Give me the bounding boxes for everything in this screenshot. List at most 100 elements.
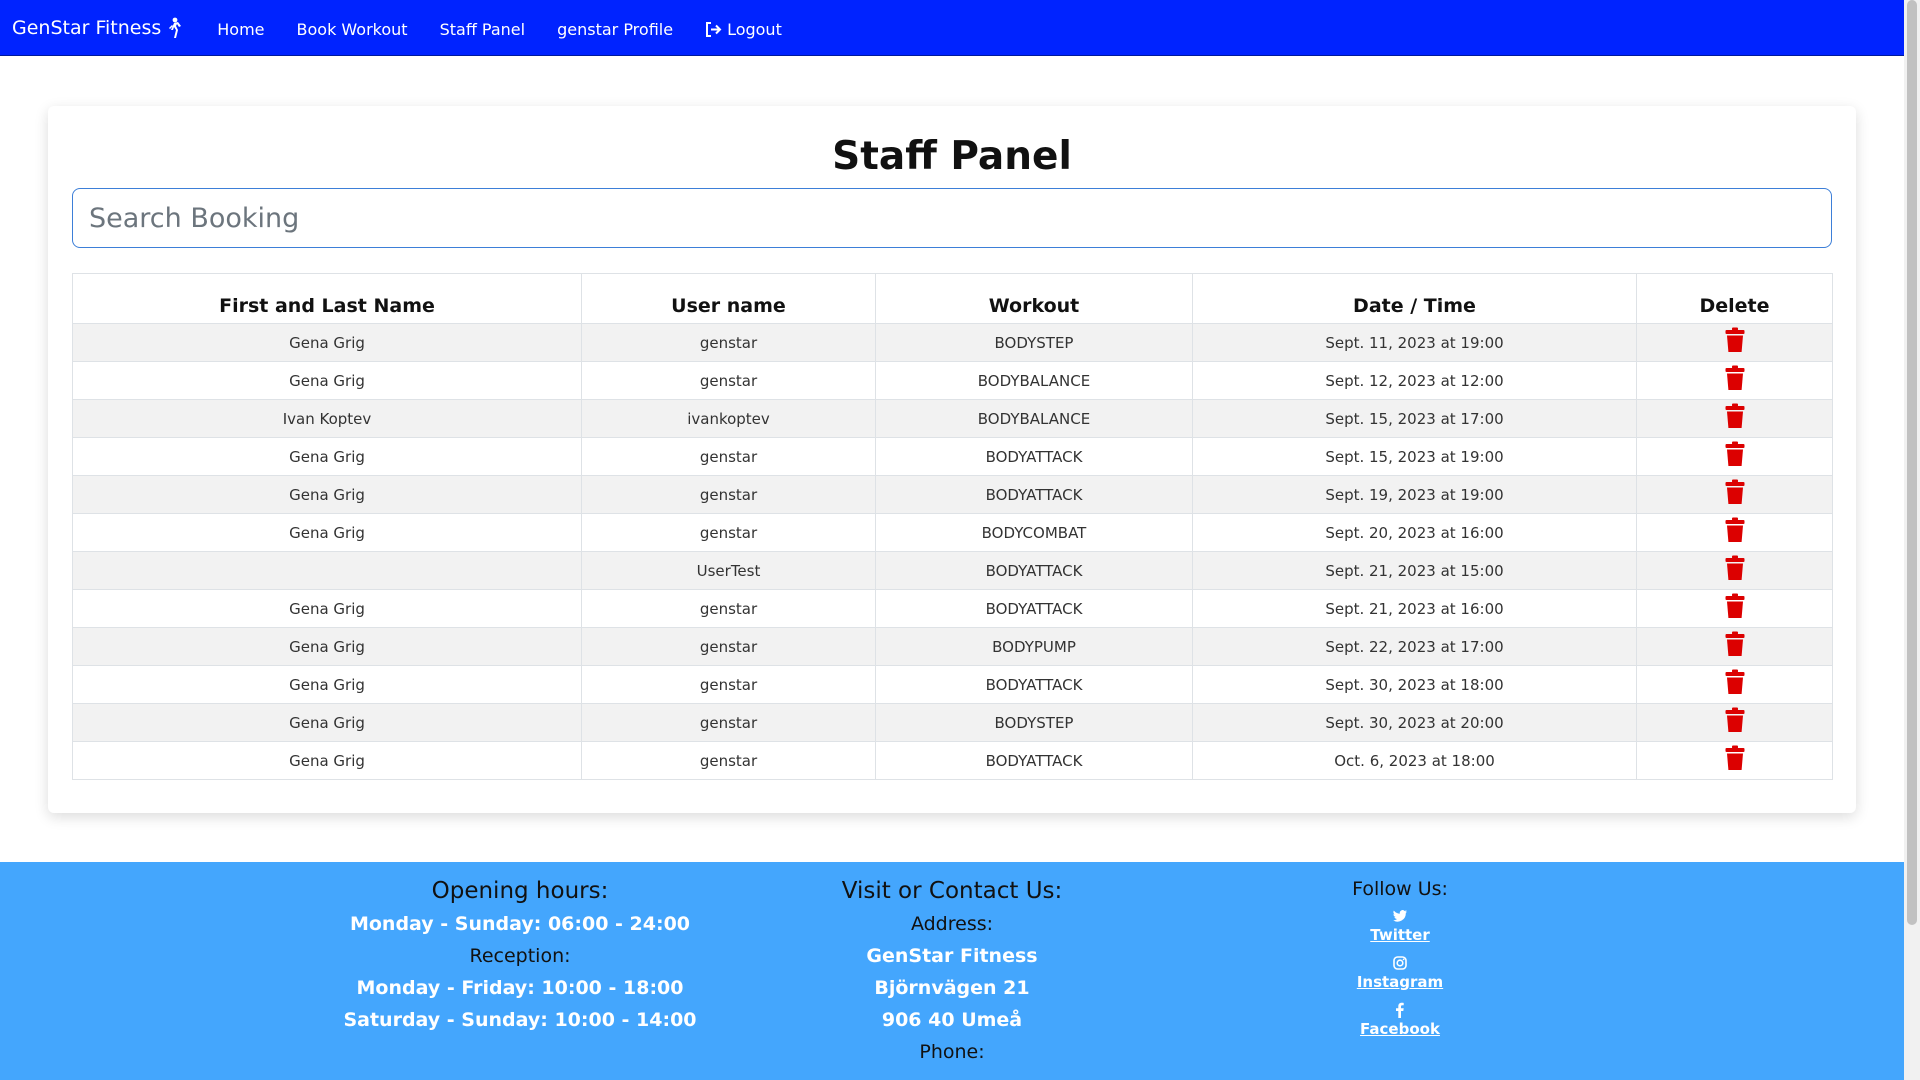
cell-name: Gena Grig bbox=[72, 589, 582, 628]
cell-delete bbox=[1636, 627, 1833, 666]
header-delete: Delete bbox=[1636, 273, 1833, 324]
reception-weekend: Saturday - Sunday: 10:00 - 14:00 bbox=[343, 1009, 697, 1031]
footer: Opening hours: Monday - Sunday: 06:00 - … bbox=[0, 862, 1904, 1080]
cell-name: Gena Grig bbox=[72, 627, 582, 666]
cell-username: ivankoptev bbox=[581, 399, 876, 438]
cell-delete bbox=[1636, 437, 1833, 476]
cell-name: Gena Grig bbox=[72, 437, 582, 476]
reception-weekday: Monday - Friday: 10:00 - 18:00 bbox=[356, 977, 684, 999]
cell-workout: BODYATTACK bbox=[875, 589, 1193, 628]
cell-workout: BODYSTEP bbox=[875, 703, 1193, 742]
table-row: Gena Grig genstar BODYATTACK Sept. 15, 2023… bbox=[72, 437, 1833, 476]
address-name: GenStar Fitness bbox=[866, 945, 1038, 967]
trash-icon[interactable] bbox=[1725, 631, 1745, 657]
cell-username: genstar bbox=[581, 513, 876, 552]
table-row: Gena Grig genstar BODYPUMP Sept. 22, 2023 a… bbox=[72, 627, 1833, 666]
cell-name: Gena Grig bbox=[72, 323, 582, 362]
table-row: Gena Grig genstar BODYATTACK Sept. 30, 2023… bbox=[72, 665, 1833, 704]
cell-username: genstar bbox=[581, 589, 876, 628]
logout-icon bbox=[706, 22, 722, 37]
cell-username: genstar bbox=[581, 665, 876, 704]
trash-icon[interactable] bbox=[1725, 555, 1745, 581]
cell-username: UserTest bbox=[581, 551, 876, 590]
cell-datetime: Sept. 21, 2023 at 16:00 bbox=[1192, 589, 1637, 628]
address-label: Address: bbox=[910, 913, 994, 935]
nav-logout[interactable]: Logout bbox=[705, 20, 782, 39]
cell-datetime: Sept. 15, 2023 at 17:00 bbox=[1192, 399, 1637, 438]
cell-name: Gena Grig bbox=[72, 741, 582, 780]
brand-name: GenStar Fitness bbox=[12, 16, 162, 39]
twitter-link[interactable]: Twitter bbox=[1370, 926, 1430, 944]
reception-label: Reception: bbox=[469, 945, 571, 967]
nav-links: Home Book Workout Staff Panel genstar Pr… bbox=[201, 20, 798, 39]
cell-workout: BODYSTEP bbox=[875, 323, 1193, 362]
cell-name: Gena Grig bbox=[72, 665, 582, 704]
trash-icon[interactable] bbox=[1725, 593, 1745, 619]
cell-datetime: Sept. 30, 2023 at 18:00 bbox=[1192, 665, 1637, 704]
trash-icon[interactable] bbox=[1725, 517, 1745, 543]
nav-home[interactable]: Home bbox=[217, 20, 264, 39]
nav-book-workout[interactable]: Book Workout bbox=[297, 20, 408, 39]
phone-label: Phone: bbox=[919, 1041, 985, 1063]
address-street: Björnvägen 21 bbox=[874, 977, 1030, 999]
cell-delete bbox=[1636, 665, 1833, 704]
cell-workout: BODYATTACK bbox=[875, 741, 1193, 780]
cell-workout: BODYPUMP bbox=[875, 627, 1193, 666]
cell-username: genstar bbox=[581, 703, 876, 742]
nav-staff-panel[interactable]: Staff Panel bbox=[440, 20, 526, 39]
trash-icon[interactable] bbox=[1725, 669, 1745, 695]
cell-name: Ivan Koptev bbox=[72, 399, 582, 438]
table-row: Gena Grig genstar BODYATTACK Sept. 21, 2023… bbox=[72, 589, 1833, 628]
cell-datetime: Sept. 12, 2023 at 12:00 bbox=[1192, 361, 1637, 400]
social-instagram: Instagram bbox=[1250, 955, 1550, 991]
cell-workout: BODYATTACK bbox=[875, 437, 1193, 476]
social-links: Follow Us: Twitter Instagram Facebook bbox=[1250, 878, 1550, 1049]
table-row: Gena Grig genstar BODYATTACK Sept. 19, 2023… bbox=[72, 475, 1833, 514]
trash-icon[interactable] bbox=[1725, 327, 1745, 353]
cell-delete bbox=[1636, 513, 1833, 552]
opening-hours-all-week: Monday - Sunday: 06:00 - 24:00 bbox=[349, 913, 691, 935]
cell-datetime: Sept. 15, 2023 at 19:00 bbox=[1192, 437, 1637, 476]
cell-workout: BODYBALANCE bbox=[875, 361, 1193, 400]
cell-username: genstar bbox=[581, 437, 876, 476]
cell-username: genstar bbox=[581, 323, 876, 362]
cell-username: genstar bbox=[581, 475, 876, 514]
cell-workout: BODYCOMBAT bbox=[875, 513, 1193, 552]
facebook-link[interactable]: Facebook bbox=[1360, 1020, 1440, 1038]
cell-name bbox=[72, 551, 582, 590]
cell-name: Gena Grig bbox=[72, 475, 582, 514]
nav-profile[interactable]: genstar Profile bbox=[557, 20, 673, 39]
table-row: Gena Grig genstar BODYSTEP Sept. 11, 2023 a… bbox=[72, 323, 1833, 362]
header-username: User name bbox=[581, 273, 876, 324]
running-person-icon bbox=[169, 17, 182, 38]
cell-delete bbox=[1636, 551, 1833, 590]
search-input[interactable] bbox=[72, 188, 1832, 248]
cell-datetime: Sept. 20, 2023 at 16:00 bbox=[1192, 513, 1637, 552]
trash-icon[interactable] bbox=[1725, 707, 1745, 733]
cell-workout: BODYATTACK bbox=[875, 551, 1193, 590]
twitter-icon bbox=[1393, 910, 1407, 922]
table-row: UserTest BODYATTACK Sept. 21, 2023 at 15:0… bbox=[72, 551, 1833, 590]
trash-icon[interactable] bbox=[1725, 441, 1745, 467]
opening-hours: Opening hours: Monday - Sunday: 06:00 - … bbox=[320, 878, 720, 1036]
brand-logo[interactable]: GenStar Fitness bbox=[12, 16, 182, 39]
page-title: Staff Panel bbox=[832, 134, 1072, 179]
table-row: Gena Grig genstar BODYATTACK Oct. 6, 2023 a… bbox=[72, 741, 1833, 780]
opening-hours-title: Opening hours: bbox=[431, 878, 609, 904]
instagram-link[interactable]: Instagram bbox=[1357, 973, 1443, 991]
cell-delete bbox=[1636, 323, 1833, 362]
cell-datetime: Sept. 22, 2023 at 17:00 bbox=[1192, 627, 1637, 666]
follow-title: Follow Us: bbox=[1352, 878, 1448, 900]
cell-datetime: Sept. 11, 2023 at 19:00 bbox=[1192, 323, 1637, 362]
nav-book-workout-label: Book Workout bbox=[296, 20, 408, 39]
trash-icon[interactable] bbox=[1725, 365, 1745, 391]
cell-delete bbox=[1636, 589, 1833, 628]
table-body: Gena Grig genstar BODYSTEP Sept. 11, 2023 a… bbox=[72, 323, 1833, 780]
vertical-scrollbar[interactable] bbox=[1904, 0, 1920, 1080]
trash-icon[interactable] bbox=[1725, 479, 1745, 505]
cell-workout: BODYBALANCE bbox=[875, 399, 1193, 438]
trash-icon[interactable] bbox=[1725, 403, 1745, 429]
trash-icon[interactable] bbox=[1725, 745, 1745, 771]
nav-profile-label: genstar Profile bbox=[557, 20, 674, 39]
scrollbar-thumb[interactable] bbox=[1907, 0, 1917, 925]
